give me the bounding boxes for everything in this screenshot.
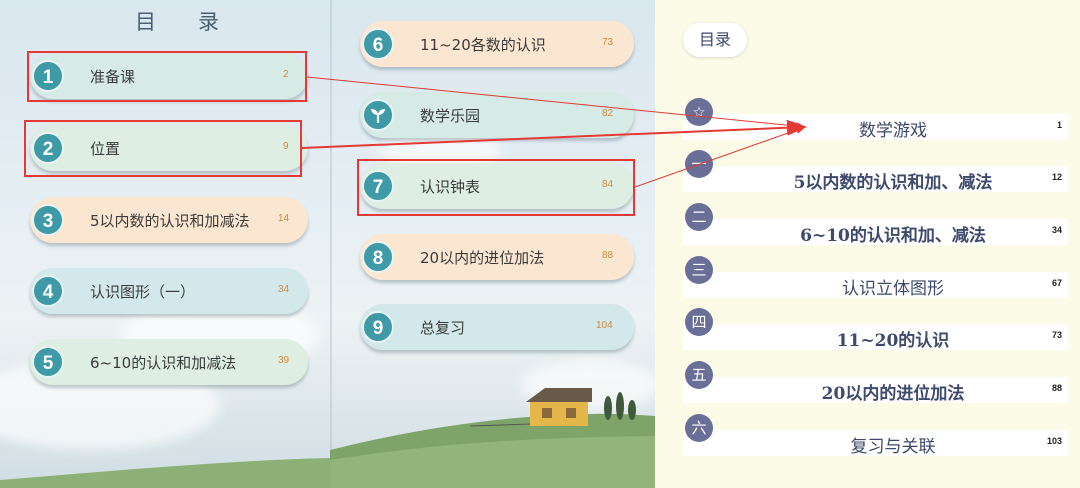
unit-badge: 六 <box>685 414 713 442</box>
lesson-page: 82 <box>602 108 614 119</box>
lesson-title: 总复习 <box>420 319 466 337</box>
lesson-number: 9 <box>362 311 394 343</box>
unit-item[interactable]: 二 6~10的认识和加、减法 34 <box>683 203 1068 246</box>
sprout-icon-graphic <box>371 109 385 123</box>
unit-page: 88 <box>1051 383 1062 393</box>
lesson-number: 5 <box>32 346 64 378</box>
unit-badge: 三 <box>685 256 713 284</box>
lesson-number: 3 <box>32 204 64 236</box>
lesson-page: 104 <box>596 320 613 331</box>
star-icon: ☆ <box>685 98 713 126</box>
unit-page: 1 <box>1056 120 1062 130</box>
lesson-page: 14 <box>278 213 290 224</box>
unit-page: 73 <box>1051 330 1062 340</box>
unit-title: 6~10的认识和加、减法 <box>800 226 986 246</box>
lesson-item[interactable]: 数学乐园 82 <box>360 92 634 138</box>
lesson-title: 认识图形（一） <box>90 283 196 301</box>
unit-title: 复习与关联 <box>850 437 936 457</box>
sprout-icon <box>362 99 394 131</box>
unit-page: 67 <box>1051 278 1062 288</box>
unit-page: 34 <box>1051 225 1062 235</box>
unit-item[interactable]: 五 20以内的进位加法 88 <box>683 361 1068 404</box>
lesson-item[interactable]: 6 11~20各数的认识 73 <box>360 21 634 67</box>
unit-item[interactable]: 四 11~20的认识 73 <box>683 308 1068 351</box>
lesson-page: 73 <box>602 37 614 48</box>
lesson-title: 20以内的进位加法 <box>420 249 545 267</box>
unit-item[interactable]: ☆ 数学游戏 1 <box>683 98 1068 141</box>
toc-heading: 目录 <box>135 10 261 34</box>
lesson-number: 4 <box>32 275 64 307</box>
lesson-title: 5以内数的认识和加减法 <box>90 212 250 230</box>
unit-title: 20以内的进位加法 <box>821 384 965 404</box>
lesson-item[interactable]: 9 总复习 104 <box>360 304 634 350</box>
unit-badge: 一 <box>685 150 713 178</box>
unit-title: 5以内数的认识和加、减法 <box>793 173 993 193</box>
new-textbook-toc-page: 目录 ☆ 数学游戏 1 一 5以内数的认识和加、减法 12 二 6~10的认识和… <box>655 0 1080 488</box>
lesson-item[interactable]: 3 5以内数的认识和加减法 14 <box>30 197 308 243</box>
unit-item[interactable]: 一 5以内数的认识和加、减法 12 <box>683 150 1068 193</box>
toc-tag: 目录 <box>683 23 747 57</box>
house-roof <box>526 388 592 402</box>
unit-title: 认识立体图形 <box>842 279 944 299</box>
lesson-page: 39 <box>278 355 290 366</box>
lesson-number: 6 <box>362 28 394 60</box>
highlight-box <box>27 51 307 102</box>
unit-badge: 四 <box>685 308 713 336</box>
hillside-illustration <box>330 388 655 488</box>
lesson-title: 数学乐园 <box>420 107 481 125</box>
lesson-number: 8 <box>362 241 394 273</box>
highlight-box <box>357 159 635 216</box>
unit-badge: 二 <box>685 203 713 231</box>
lesson-item[interactable]: 8 20以内的进位加法 88 <box>360 234 634 280</box>
unit-badge: 五 <box>685 361 713 389</box>
lesson-page: 34 <box>278 284 290 295</box>
lesson-item[interactable]: 5 6~10的认识和加减法 39 <box>30 339 308 385</box>
unit-title: 数学游戏 <box>859 121 927 141</box>
highlight-box <box>24 120 302 177</box>
unit-item[interactable]: 三 认识立体图形 67 <box>683 256 1068 299</box>
unit-page: 12 <box>1051 172 1062 182</box>
left-hill <box>0 458 330 488</box>
lesson-title: 6~10的认识和加减法 <box>90 354 237 372</box>
unit-title: 11~20的认识 <box>836 331 950 351</box>
unit-item[interactable]: 六 复习与关联 103 <box>683 414 1068 457</box>
lesson-item[interactable]: 4 认识图形（一） 34 <box>30 268 308 314</box>
unit-page: 103 <box>1046 436 1062 446</box>
lesson-title: 11~20各数的认识 <box>420 36 546 54</box>
old-textbook-toc-page: 目录 1 准备课 2 2 位置 9 3 5以内数的认识和加减法 14 4 认识图… <box>0 0 655 488</box>
lesson-page: 88 <box>602 250 614 261</box>
house <box>530 400 588 426</box>
